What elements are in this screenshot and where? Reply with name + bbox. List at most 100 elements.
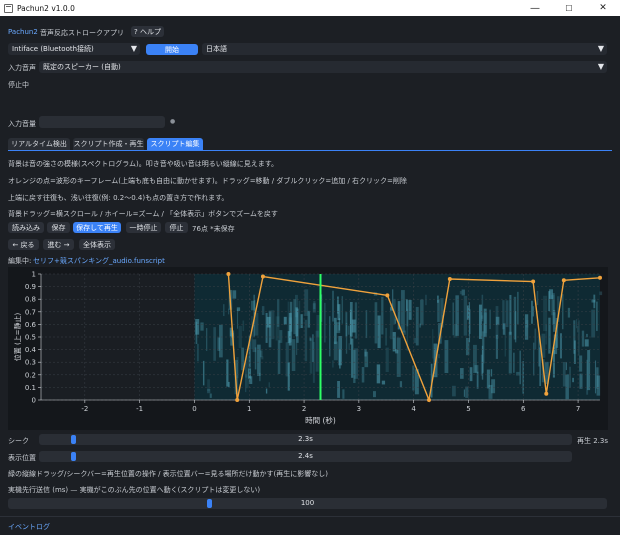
spectrogram-streak — [228, 381, 230, 388]
save-and-play-button[interactable]: 保存して再生 — [73, 222, 121, 233]
spectrogram-streak — [509, 294, 512, 335]
tab-script-edit[interactable]: スクリプト編集 — [147, 138, 203, 150]
seek-value: 2.3s — [298, 435, 313, 443]
spectrogram-streak — [465, 386, 469, 398]
spectrogram-streak — [425, 294, 427, 306]
tab-realtime[interactable]: リアルタイム検出 — [8, 138, 70, 150]
window-title: Pachun2 v1.0.0 — [17, 3, 75, 13]
spectrogram-streak — [213, 327, 216, 361]
spectrogram-streak — [576, 319, 578, 329]
start-button[interactable]: 開始 — [146, 44, 198, 55]
spectrogram-streak — [463, 295, 468, 336]
spectrogram-streak — [469, 367, 473, 382]
spectrogram-streak — [232, 290, 237, 299]
spectrogram-streak — [279, 330, 283, 343]
x-axis-label: 時間 (秒) — [305, 415, 336, 425]
spectrogram-streak — [579, 355, 583, 372]
input-audio-label: 入力音声 — [8, 64, 36, 72]
save-button[interactable]: 保存 — [47, 222, 70, 233]
spectrogram-streak — [478, 304, 482, 339]
help-button[interactable]: ? ヘルプ — [131, 26, 164, 37]
spectrogram-streak — [532, 306, 534, 317]
spectrogram-streak — [586, 333, 588, 338]
spectrogram-streak — [505, 300, 509, 328]
keyframe-point[interactable] — [427, 398, 432, 402]
spectrogram-streak — [596, 301, 598, 331]
spectrogram-streak — [460, 368, 464, 379]
load-button[interactable]: 読み込み — [8, 222, 44, 233]
seek-label: シーク — [8, 437, 29, 445]
close-button[interactable]: ✕ — [586, 0, 620, 16]
redo-button[interactable]: 進む → — [43, 239, 74, 250]
app-icon — [4, 3, 13, 13]
spectrogram-streak — [455, 295, 459, 336]
spectrogram-streak — [341, 296, 344, 324]
spectrogram-streak — [452, 302, 454, 336]
spectrogram-streak — [550, 295, 555, 316]
point-count: 76点 *未保存 — [192, 225, 235, 233]
spectrogram-streak — [364, 351, 369, 368]
spectrogram-streak — [304, 319, 308, 362]
volume-meter — [39, 116, 165, 128]
fit-all-button[interactable]: 全体表示 — [79, 239, 115, 250]
spectrogram-streak — [337, 380, 340, 398]
spectrogram-streak — [206, 328, 208, 351]
minimize-button[interactable]: — — [518, 0, 552, 16]
spectrogram-streak — [463, 389, 465, 397]
pause-button[interactable]: 一時停止 — [126, 222, 161, 233]
stop-button[interactable]: 停止 — [165, 222, 188, 233]
spectrogram-streak — [202, 360, 205, 386]
view-pos-slider[interactable]: 2.4s — [39, 451, 572, 462]
spectrogram-streak — [351, 319, 356, 333]
spectrogram-streak — [197, 343, 199, 362]
undo-button[interactable]: ← 戻る — [8, 239, 39, 250]
spectrogram-streak — [195, 321, 198, 344]
spectrogram-streak — [572, 377, 574, 383]
seek-slider[interactable]: 2.3s — [39, 434, 572, 445]
y-tick-label: 1 — [32, 271, 36, 279]
keyframe-point[interactable] — [260, 274, 265, 279]
spectrogram-streak — [437, 299, 440, 322]
spectrogram-streak — [268, 310, 272, 348]
y-tick-label: 0 — [32, 397, 36, 405]
y-tick-label: 0.9 — [25, 283, 36, 291]
chevron-down-icon: ▼ — [597, 62, 604, 71]
spectrogram-streak — [248, 368, 252, 379]
spectrogram-streak — [236, 309, 239, 329]
event-log-toggle[interactable]: イベントログ — [8, 522, 50, 532]
y-tick-label: 0.8 — [25, 296, 36, 304]
y-tick-label: 0.4 — [25, 346, 37, 354]
spectrogram-streak — [259, 350, 263, 358]
x-tick-label: 3 — [357, 405, 361, 413]
spectrogram-streak — [342, 389, 345, 399]
spectrogram-streak — [412, 365, 415, 391]
seek-total: 再生 2.3s — [577, 437, 609, 445]
device-select[interactable]: Intiface (Bluetooth接続) ▼ — [8, 43, 140, 55]
waveform-chart[interactable]: -2 -1 0 1 2 3 4 5 6 7 0 0.1 0.2 0.3 0.4 0.5 0.6 0.7 0.8 0.9… — [8, 267, 608, 430]
input-audio-select[interactable]: 既定のスピーカー (自動) ▼ — [39, 61, 607, 73]
help-line-1: 背景は音の強さの模様(スペクトログラム)。叩き音や吸い音は明るい縦線に見えます。 — [8, 160, 279, 168]
language-select[interactable]: 日本語 ▼ — [202, 43, 607, 55]
spectrogram-streak — [579, 373, 583, 389]
keyframe-point[interactable] — [235, 398, 240, 402]
x-tick-label: 6 — [521, 405, 526, 413]
keyframe-point[interactable] — [531, 279, 536, 284]
tab-script-create[interactable]: スクリプト作成・再生 — [73, 138, 144, 150]
keyframe-point[interactable] — [447, 277, 452, 282]
spectrogram-streak — [339, 349, 341, 369]
spectrogram-streak — [533, 342, 535, 376]
spectrogram-streak — [311, 334, 314, 363]
spectrogram-streak — [594, 360, 597, 394]
keyframe-point[interactable] — [561, 278, 566, 283]
spectrogram-streak — [349, 309, 352, 345]
spectrogram-streak — [408, 299, 412, 320]
keyframe-point[interactable] — [544, 391, 549, 396]
keyframe-point[interactable] — [598, 275, 602, 280]
maximize-button[interactable]: ☐ — [552, 0, 586, 16]
y-tick-label: 0.6 — [25, 321, 37, 329]
window-titlebar: Pachun2 v1.0.0 — ☐ ✕ — [0, 0, 620, 16]
latency-slider[interactable]: 100 — [8, 498, 607, 509]
spectrogram-streak — [347, 325, 350, 335]
keyframe-point[interactable] — [385, 293, 390, 298]
keyframe-point[interactable] — [226, 272, 231, 276]
